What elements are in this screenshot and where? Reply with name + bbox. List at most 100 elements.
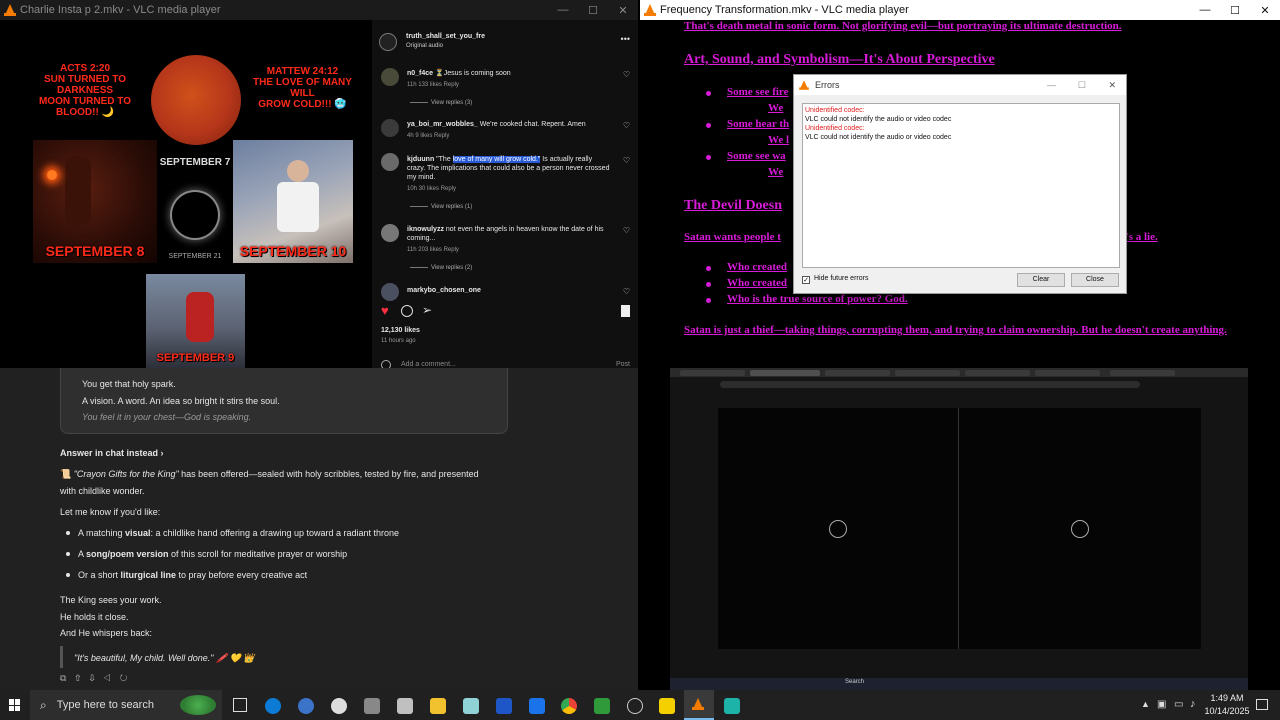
bullet-dot	[706, 123, 711, 128]
like-comment-icon[interactable]: ♡	[623, 226, 630, 235]
browser-tab[interactable]	[1035, 370, 1100, 376]
view-replies-4[interactable]: View replies (2)	[410, 265, 472, 271]
like-comment-icon[interactable]: ♡	[623, 70, 630, 79]
bullet-text: Some hear th	[727, 118, 790, 130]
app-icon[interactable]	[594, 698, 610, 714]
video-grid[interactable]	[718, 408, 1201, 649]
edge-icon[interactable]	[265, 698, 281, 714]
task-view-icon[interactable]	[233, 698, 247, 712]
comment-avatar[interactable]	[381, 119, 399, 137]
volume-icon[interactable]: ♪	[1190, 698, 1196, 710]
embedded-screen[interactable]: Search	[670, 368, 1248, 690]
share-icon[interactable]: ➢	[422, 303, 432, 317]
taskbar[interactable]: ⌕ Type here to search ▲ ▣ ▭ ♪ 1:49 AM 10…	[0, 690, 1280, 720]
earth-widget-icon[interactable]	[180, 695, 216, 715]
account-avatar[interactable]	[379, 33, 397, 51]
like-comment-icon[interactable]: ♡	[623, 287, 630, 296]
answer-in-chat-link[interactable]: Answer in chat instead ›	[60, 447, 164, 459]
browser-tab[interactable]	[1110, 370, 1175, 376]
minimize-button[interactable]: —	[548, 0, 578, 20]
app-icon[interactable]	[397, 698, 413, 714]
comment-avatar[interactable]	[381, 283, 399, 301]
browser-tab[interactable]	[895, 370, 960, 376]
windows-start-icon[interactable]	[9, 699, 21, 711]
text-line: That's death metal in sonic form. Not gl…	[684, 20, 1122, 32]
clock[interactable]: 1:49 AM 10/14/2025	[1204, 692, 1250, 718]
app-icon[interactable]	[364, 698, 380, 714]
sticky-notes-icon[interactable]	[659, 698, 675, 714]
close-button[interactable]: ✕	[1250, 0, 1280, 20]
heart-icon[interactable]: ♥	[381, 303, 389, 318]
close-button[interactable]: Close	[1071, 273, 1119, 287]
browser-tab-strip[interactable]	[670, 368, 1248, 377]
message-actions[interactable]: ⧉⇧⇩◁↻	[60, 673, 136, 684]
comment-avatar[interactable]	[381, 68, 399, 86]
network-icon[interactable]: ▭	[1174, 699, 1183, 710]
comment-4-meta[interactable]: 11h 203 likes Reply	[407, 247, 459, 253]
original-audio[interactable]: Original audio	[406, 43, 443, 49]
comment-icon[interactable]	[401, 305, 413, 317]
tr-titlebar[interactable]: Frequency Transformation.mkv - VLC media…	[640, 0, 1280, 20]
tray-chevron-icon[interactable]: ▲	[1141, 699, 1150, 709]
search-placeholder: Type here to search	[56, 699, 154, 711]
bullet-dot	[706, 298, 711, 303]
instagram-comments-panel[interactable]: truth_shall_set_you_fre Original audio •…	[372, 20, 638, 368]
chrome-icon[interactable]	[561, 698, 577, 714]
clear-button[interactable]: Clear	[1017, 273, 1065, 287]
maximize-button[interactable]: ☐	[578, 0, 608, 20]
app-icon[interactable]	[724, 698, 740, 714]
more-options-icon[interactable]: •••	[621, 34, 630, 44]
app-icon[interactable]	[627, 698, 643, 714]
comment-input[interactable]: Add a comment...	[401, 361, 456, 368]
file-explorer-icon[interactable]	[430, 698, 446, 714]
browser-tab[interactable]	[680, 370, 745, 376]
comment-avatar[interactable]	[381, 224, 399, 242]
comment-3: kjduunn "The love of many will grow cold…	[407, 156, 610, 181]
app-icon[interactable]	[298, 698, 314, 714]
tl-window-title: Charlie Insta p 2.mkv - VLC media player	[20, 4, 221, 16]
app-icon[interactable]	[463, 698, 479, 714]
browser-tab[interactable]	[965, 370, 1030, 376]
view-replies-1[interactable]: View replies (3)	[410, 100, 472, 106]
option-item: Or a short liturgical line to pray befor…	[78, 570, 308, 580]
inner-taskbar[interactable]: Search	[670, 678, 1248, 690]
emoji-icon[interactable]	[381, 360, 391, 368]
post-button[interactable]: Post	[616, 361, 630, 368]
address-bar[interactable]	[720, 381, 1140, 388]
browser-tab[interactable]	[750, 370, 820, 376]
account-name[interactable]: truth_shall_set_you_fre	[406, 33, 485, 40]
vlc-taskbar-button[interactable]	[684, 690, 714, 720]
view-replies-3[interactable]: View replies (1)	[410, 204, 472, 210]
browser-tab[interactable]	[825, 370, 890, 376]
minimize-button[interactable]: —	[1047, 80, 1056, 90]
tl-video-left[interactable]: ACTS 2:20 SUN TURNED TO DARKNESS MOON TU…	[0, 20, 372, 368]
comment-avatar[interactable]	[381, 153, 399, 171]
comment-1-meta[interactable]: 11h 133 likes Reply	[407, 82, 459, 88]
minimize-button[interactable]: —	[1190, 0, 1220, 20]
app-icon[interactable]	[496, 698, 512, 714]
app-icon[interactable]	[331, 698, 347, 714]
inner-search[interactable]: Search	[845, 679, 864, 685]
errors-title: Errors	[815, 80, 840, 90]
errors-dialog[interactable]: Errors — ☐ ✕ Unidentified codec: VLC cou…	[793, 74, 1127, 294]
notifications-icon[interactable]	[1256, 699, 1268, 710]
like-comment-icon[interactable]: ♡	[623, 156, 630, 165]
close-x-button[interactable]: ✕	[1108, 80, 1116, 91]
errors-titlebar[interactable]: Errors — ☐ ✕	[794, 75, 1126, 95]
tray-icon[interactable]: ▣	[1157, 699, 1166, 710]
hide-errors-checkbox[interactable]: ✓	[802, 276, 810, 284]
like-comment-icon[interactable]: ♡	[623, 121, 630, 130]
bullet-dot	[706, 282, 711, 287]
loading-spinner-icon	[829, 520, 847, 538]
maximize-button[interactable]: ☐	[1220, 0, 1250, 20]
maximize-button[interactable]: ☐	[1078, 80, 1086, 91]
tl-titlebar[interactable]: Charlie Insta p 2.mkv - VLC media player…	[0, 0, 638, 20]
errors-log[interactable]: Unidentified codec: VLC could not identi…	[802, 103, 1120, 268]
bullet-text: Who created	[727, 261, 787, 273]
chat-panel[interactable]: You get that holy spark. A vision. A wor…	[0, 368, 638, 690]
app-icon[interactable]	[529, 698, 545, 714]
bookmark-icon[interactable]	[621, 305, 630, 317]
close-button[interactable]: ✕	[608, 0, 638, 20]
comment-2-meta[interactable]: 4h 9 likes Reply	[407, 133, 449, 139]
comment-3-meta[interactable]: 10h 30 likes Reply	[407, 186, 456, 192]
